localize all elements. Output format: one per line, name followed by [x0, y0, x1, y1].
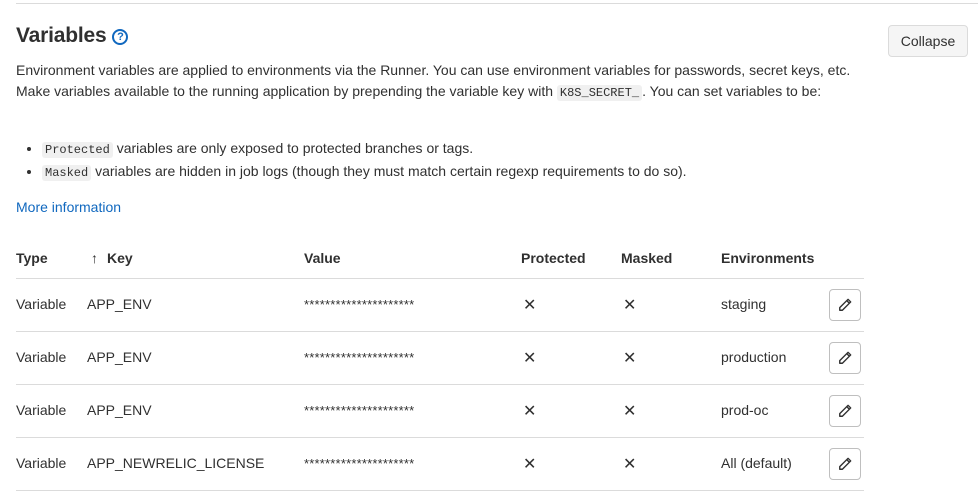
bullet-text: variables are only exposed to protected … — [112, 140, 474, 156]
variables-settings-page: Variables ? Collapse Environment variabl… — [0, 0, 978, 491]
masked-code: Masked — [42, 165, 92, 181]
edit-variable-button[interactable] — [829, 395, 861, 427]
column-header-protected[interactable]: Protected — [521, 250, 586, 266]
list-item: Protected variables are only exposed to … — [42, 138, 687, 161]
close-icon: ✕ — [523, 297, 537, 314]
pencil-icon — [839, 298, 852, 311]
close-icon: ✕ — [523, 350, 537, 367]
variable-environment: production — [721, 349, 787, 365]
variable-type: Variable — [16, 402, 67, 418]
variable-value-masked: ********************* — [304, 456, 415, 471]
variable-environment: prod-oc — [721, 402, 769, 418]
section-header: Variables ? — [16, 24, 129, 48]
section-title: Variables — [16, 24, 107, 47]
description-text-end: . You can set variables to be: — [642, 83, 822, 99]
bullet-text: variables are hidden in job logs (though… — [91, 163, 687, 179]
pencil-icon — [839, 351, 852, 364]
list-item: Masked variables are hidden in job logs … — [42, 161, 687, 184]
variable-key: APP_ENV — [87, 296, 152, 312]
variable-flags-list: Protected variables are only exposed to … — [16, 138, 687, 184]
question-circle-icon[interactable]: ? — [112, 29, 129, 45]
close-icon: ✕ — [623, 403, 637, 420]
sort-ascending-icon[interactable]: ↑ — [91, 250, 98, 266]
close-icon: ✕ — [623, 297, 637, 314]
collapse-button[interactable]: Collapse — [888, 25, 968, 57]
section-divider — [16, 3, 978, 4]
more-information-link[interactable]: More information — [16, 197, 121, 218]
variable-value-masked: ********************* — [304, 297, 415, 312]
pencil-icon — [839, 457, 852, 470]
variable-environment: staging — [721, 296, 767, 312]
column-header-value[interactable]: Value — [304, 250, 341, 266]
variable-value-masked: ********************* — [304, 350, 415, 365]
variable-key: APP_NEWRELIC_LICENSE — [87, 455, 265, 471]
variable-type: Variable — [16, 349, 67, 365]
variable-type: Variable — [16, 455, 67, 471]
table-row: Variable APP_NEWRELIC_LICENSE **********… — [16, 438, 864, 491]
edit-variable-button[interactable] — [829, 289, 861, 321]
pencil-icon — [839, 404, 852, 417]
edit-variable-button[interactable] — [829, 448, 861, 480]
variable-value-masked: ********************* — [304, 403, 415, 418]
table-header: Type ↑ Key Value Protected Masked Enviro… — [16, 239, 864, 279]
close-icon: ✕ — [523, 403, 537, 420]
prefix-code: K8S_SECRET_ — [556, 85, 643, 101]
variables-table: Type ↑ Key Value Protected Masked Enviro… — [16, 239, 864, 491]
table-row: Variable APP_ENV ********************* ✕… — [16, 332, 864, 385]
variable-key: APP_ENV — [87, 402, 152, 418]
table-row: Variable APP_ENV ********************* ✕… — [16, 279, 864, 332]
edit-variable-button[interactable] — [829, 342, 861, 374]
variable-environment: All (default) — [721, 455, 792, 471]
table-row: Variable APP_ENV ********************* ✕… — [16, 385, 864, 438]
column-header-key[interactable]: Key — [107, 250, 133, 266]
variable-key: APP_ENV — [87, 349, 152, 365]
protected-code: Protected — [42, 142, 113, 158]
column-header-masked[interactable]: Masked — [621, 250, 672, 266]
section-description: Environment variables are applied to env… — [16, 60, 866, 104]
close-icon: ✕ — [523, 456, 537, 473]
column-header-type[interactable]: Type — [16, 250, 48, 266]
close-icon: ✕ — [623, 350, 637, 367]
close-icon: ✕ — [623, 456, 637, 473]
variable-type: Variable — [16, 296, 67, 312]
column-header-environments[interactable]: Environments — [721, 250, 814, 266]
